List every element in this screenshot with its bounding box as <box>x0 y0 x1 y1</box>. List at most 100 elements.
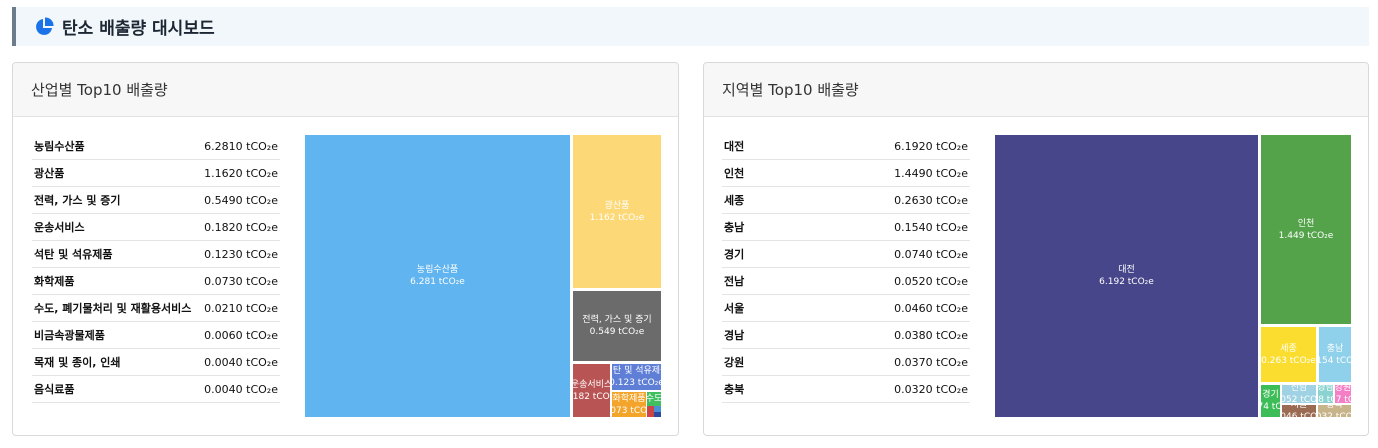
treemap-cell[interactable]: 경기 0.074 tCO₂e <box>1261 385 1280 417</box>
treemap-cell-label: 경남 <box>1318 385 1333 393</box>
row-value: 0.5490 tCO₂e <box>204 193 278 207</box>
industry-treemap: 농림수산품 6.281 tCO₂e 광산품 1.162 tCO₂e 전력, 가스 및 증… <box>305 135 661 417</box>
treemap-cell[interactable]: 인천 1.449 tCO₂e <box>1261 135 1351 324</box>
pie-chart-icon <box>36 16 54 35</box>
treemap-cell-label: 화학제품 <box>612 393 646 404</box>
table-row: 음식료품 0.0040 tCO₂e <box>32 376 280 403</box>
region-table: 대전 6.1920 tCO₂e 인천 1.4490 tCO₂e 세종 0.2630 tCO… <box>722 133 970 403</box>
row-value: 0.0060 tCO₂e <box>204 328 278 342</box>
row-name: 인천 <box>724 167 745 180</box>
table-row: 경남 0.0380 tCO₂e <box>722 322 970 349</box>
row-name: 비금속광물제품 <box>34 329 105 342</box>
treemap-cell[interactable]: 경남 0.038 tCO₂e <box>1318 385 1333 403</box>
treemap-cell[interactable]: 세종 0.263 tCO₂e <box>1261 327 1316 382</box>
treemap-cell[interactable]: 화학제품0.073 tCO₂e <box>612 392 646 417</box>
treemap-cell[interactable]: 충남0.154 tCO₂e <box>1319 327 1351 382</box>
treemap-cell-value: 0.052 tCO₂e <box>1282 395 1316 403</box>
row-value: 0.1820 tCO₂e <box>204 220 278 234</box>
row-value: 0.0520 tCO₂e <box>894 274 968 288</box>
table-row: 강원 0.0370 tCO₂e <box>722 349 970 376</box>
table-row: 전남 0.0520 tCO₂e <box>722 268 970 295</box>
treemap-cell-value: 0.263 tCO₂e <box>1261 355 1316 366</box>
region-treemap: 대전 6.192 tCO₂e 인천 1.449 tCO₂e 세종 0.263 tCO₂e 충… <box>995 135 1351 417</box>
page-title: 탄소 배출량 대시보드 <box>62 19 215 39</box>
row-name: 석탄 및 석유제품 <box>34 248 113 261</box>
row-name: 세종 <box>724 194 745 207</box>
table-row: 경기 0.0740 tCO₂e <box>722 241 970 268</box>
treemap-cell-label: 강원 <box>1335 385 1351 393</box>
table-row: 서울 0.0460 tCO₂e <box>722 295 970 322</box>
treemap-cell[interactable]: 전력, 가스 및 증기 0.549 tCO₂e <box>573 291 661 361</box>
dashboard-header: 탄소 배출량 대시보드 <box>12 7 1369 46</box>
region-card-title: 지역별 Top10 배출량 <box>704 63 1368 117</box>
treemap-cell-value: 6.192 tCO₂e <box>1099 277 1154 287</box>
table-row: 비금속광물제품 0.0060 tCO₂e <box>32 322 280 349</box>
treemap-cell[interactable]: 농림수산품 6.281 tCO₂e <box>305 135 570 417</box>
row-value: 0.0210 tCO₂e <box>204 301 278 315</box>
table-row: 목재 및 종이, 인쇄 0.0040 tCO₂e <box>32 349 280 376</box>
row-value: 1.4490 tCO₂e <box>894 166 968 180</box>
treemap-cell[interactable]: 대전 6.192 tCO₂e <box>995 135 1258 417</box>
row-name: 전남 <box>724 275 745 288</box>
industry-table: 농림수산품 6.2810 tCO₂e 광산품 1.1620 tCO₂e 전력, 가스 및… <box>32 133 280 403</box>
treemap-cell-label: 운송서비스 <box>573 379 610 390</box>
row-value: 6.2810 tCO₂e <box>204 139 278 153</box>
row-name: 광산품 <box>34 167 65 180</box>
treemap-cell[interactable]: 석탄 및 석유제품 0.123 tCO₂e <box>612 364 661 390</box>
row-value: 0.0040 tCO₂e <box>204 355 278 369</box>
row-name: 강원 <box>724 356 745 369</box>
treemap-cell[interactable]: 서울0.046 tCO₂e <box>1282 405 1316 417</box>
treemap-cell-value: 6.281 tCO₂e <box>410 277 465 287</box>
table-row: 세종 0.2630 tCO₂e <box>722 187 970 214</box>
row-name: 목재 및 종이, 인쇄 <box>34 356 121 369</box>
treemap-cell[interactable] <box>654 412 661 417</box>
treemap-cell[interactable]: 광산품 1.162 tCO₂e <box>573 135 661 288</box>
treemap-cell-value: 0.046 tCO₂e <box>1282 412 1316 417</box>
treemap-cell-label: 수도 <box>647 393 661 405</box>
row-name: 전력, 가스 및 증기 <box>34 194 121 207</box>
table-row: 운송서비스 0.1820 tCO₂e <box>32 214 280 241</box>
treemap-cell-label: 세종 <box>1280 343 1297 354</box>
table-row: 전력, 가스 및 증기 0.5490 tCO₂e <box>32 187 280 214</box>
row-name: 경기 <box>724 248 745 261</box>
row-name: 충북 <box>724 383 745 396</box>
treemap-cell-value: 0.182 tCO₂e <box>573 391 610 402</box>
row-value: 1.1620 tCO₂e <box>204 166 278 180</box>
row-name: 수도, 폐기물처리 및 재활용서비스 <box>34 302 192 315</box>
treemap-cell-value: 0.154 tCO₂e <box>1319 355 1351 366</box>
row-value: 0.1230 tCO₂e <box>204 247 278 261</box>
treemap-cell-label: 석탄 및 석유제품 <box>612 366 661 376</box>
row-name: 서울 <box>724 302 745 315</box>
treemap-cell-value: 1.162 tCO₂e <box>589 212 645 223</box>
row-value: 6.1920 tCO₂e <box>894 139 968 153</box>
treemap-cell-value: 1.449 tCO₂e <box>1278 230 1334 241</box>
table-row: 수도, 폐기물처리 및 재활용서비스 0.0210 tCO₂e <box>32 295 280 322</box>
treemap-cell[interactable]: 전남 0.052 tCO₂e <box>1282 385 1316 403</box>
treemap-cell[interactable]: 수도 <box>647 392 661 406</box>
industry-card: 산업별 Top10 배출량 농림수산품 6.2810 tCO₂e 광산품 1.1620… <box>12 62 679 436</box>
table-row: 광산품 1.1620 tCO₂e <box>32 160 280 187</box>
table-row: 화학제품 0.0730 tCO₂e <box>32 268 280 295</box>
row-value: 0.0370 tCO₂e <box>894 355 968 369</box>
treemap-cell-label: 전남 <box>1290 385 1308 393</box>
row-value: 0.0320 tCO₂e <box>894 382 968 396</box>
treemap-cell-label: 충남 <box>1326 343 1344 354</box>
table-row: 농림수산품 6.2810 tCO₂e <box>32 133 280 160</box>
treemap-cell[interactable]: 충북0.032 tCO₂e <box>1318 405 1351 417</box>
row-name: 화학제품 <box>34 275 75 288</box>
treemap-cell-value: 0.037 tCO₂e <box>1335 395 1351 403</box>
treemap-cell-label: 광산품 <box>604 200 630 211</box>
treemap-cell-label: 대전 <box>1118 265 1135 275</box>
treemap-cell-value: 0.123 tCO₂e <box>612 378 661 388</box>
row-value: 0.0380 tCO₂e <box>894 328 968 342</box>
treemap-cell[interactable] <box>647 406 654 417</box>
treemap-cell[interactable]: 운송서비스0.182 tCO₂e <box>573 364 610 417</box>
row-name: 경남 <box>724 329 745 342</box>
row-value: 0.2630 tCO₂e <box>894 193 968 207</box>
row-name: 운송서비스 <box>34 221 85 234</box>
region-card: 지역별 Top10 배출량 대전 6.1920 tCO₂e 인천 1.4490 tCO… <box>703 62 1369 436</box>
row-name: 농림수산품 <box>34 140 85 153</box>
table-row: 대전 6.1920 tCO₂e <box>722 133 970 160</box>
table-row: 인천 1.4490 tCO₂e <box>722 160 970 187</box>
treemap-cell[interactable]: 강원 0.037 tCO₂e <box>1335 385 1351 403</box>
